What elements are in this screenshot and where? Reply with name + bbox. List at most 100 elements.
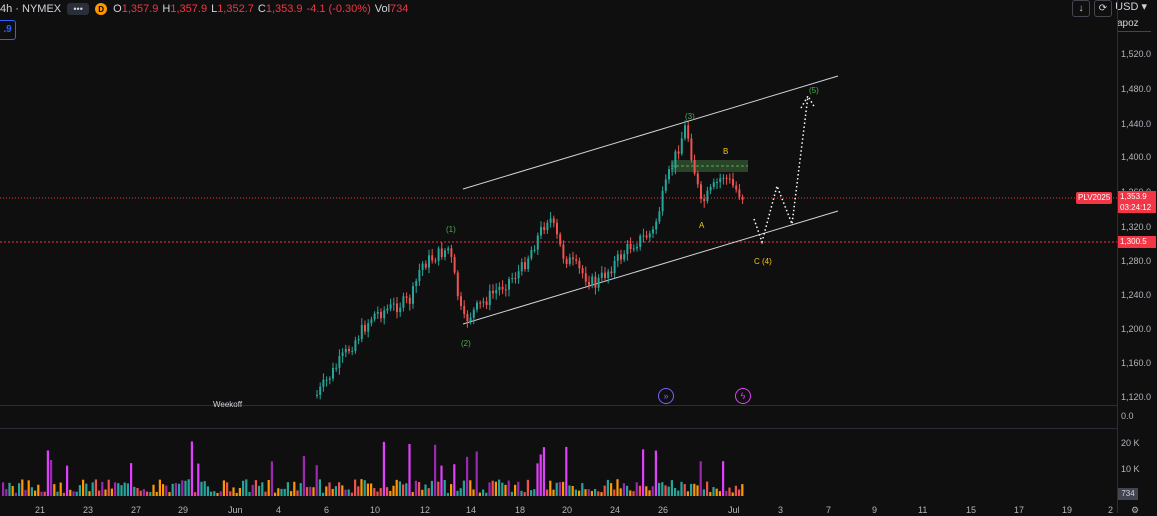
channel-lower-line[interactable] xyxy=(462,210,839,325)
volume-bar xyxy=(526,479,529,496)
candle xyxy=(690,138,693,161)
x-tick: 29 xyxy=(178,505,189,515)
volume-bar xyxy=(504,484,507,496)
volume-bar xyxy=(728,487,731,496)
candle xyxy=(517,271,520,279)
volume-bar xyxy=(693,483,696,496)
candle xyxy=(546,222,549,231)
candle xyxy=(677,151,680,154)
x-tick: 15 xyxy=(966,505,977,515)
volume-bar xyxy=(232,487,235,496)
candle xyxy=(498,286,501,291)
volume-bar xyxy=(514,484,517,496)
projection-path[interactable] xyxy=(753,95,809,245)
volume-bar xyxy=(350,492,353,496)
volume-bar xyxy=(142,489,145,496)
candle xyxy=(600,272,603,278)
y-tick: 1,400.0 xyxy=(1121,152,1152,162)
volume-bar xyxy=(440,465,443,496)
candle xyxy=(351,351,354,353)
volume-bar xyxy=(574,489,577,496)
x-tick: Jul xyxy=(728,505,740,515)
volume-bar xyxy=(88,491,91,496)
candle xyxy=(514,278,517,280)
candle xyxy=(482,301,485,303)
volume-bar xyxy=(107,479,110,496)
volume-bar xyxy=(606,479,609,496)
volume-bar xyxy=(117,483,120,496)
candle xyxy=(428,255,430,268)
volume-bar xyxy=(37,484,40,496)
volume-bar xyxy=(651,486,654,496)
volume-bar xyxy=(325,486,328,496)
volume-bar xyxy=(286,482,289,496)
volume-bar xyxy=(210,491,213,496)
volume-bar xyxy=(395,479,398,496)
candle xyxy=(591,276,594,286)
volume-bar xyxy=(168,492,171,496)
volume-bar xyxy=(507,480,510,496)
partial-label: Weekoff xyxy=(213,400,243,409)
volume-bar xyxy=(267,479,270,496)
scale-name[interactable]: apoz xyxy=(1117,18,1151,32)
candle xyxy=(572,257,574,260)
price-chart[interactable]: (1) (2) (3) C (4) (5) A B Weekoff xyxy=(0,0,1117,505)
volume-bar xyxy=(174,483,177,496)
y-tick: 1,280.0 xyxy=(1121,256,1152,266)
last-price-tag: 1,353.9 03:24:12 xyxy=(1118,191,1156,213)
volume-bar xyxy=(584,489,587,496)
volume-bar xyxy=(581,483,584,496)
volume-bar xyxy=(331,488,334,496)
volume-bar xyxy=(530,490,533,496)
volume-bar xyxy=(702,489,705,496)
candle xyxy=(392,303,395,305)
x-tick: 14 xyxy=(466,505,477,515)
candle xyxy=(543,226,546,231)
candle xyxy=(728,178,731,180)
volume-bar xyxy=(619,488,622,496)
volume-bar xyxy=(213,491,216,496)
candle xyxy=(469,317,472,322)
candle xyxy=(316,394,318,396)
volume-bar xyxy=(200,481,203,496)
candle xyxy=(616,254,619,261)
volume-bar xyxy=(184,480,187,496)
projection-arrowhead xyxy=(800,94,816,109)
event-marker-split[interactable]: » xyxy=(658,388,674,404)
currency-selector[interactable]: USD ▾ xyxy=(1115,0,1147,13)
volume-bar xyxy=(123,482,126,496)
volume-bar xyxy=(622,483,625,496)
candle xyxy=(405,296,408,298)
volume-bar xyxy=(235,492,238,496)
candle xyxy=(456,272,459,297)
candle xyxy=(495,290,498,294)
event-marker-lightning[interactable]: ϟ xyxy=(735,388,751,404)
candle xyxy=(383,310,386,319)
candle xyxy=(341,352,344,357)
volume-bar xyxy=(27,480,30,496)
volume-bar xyxy=(293,481,296,496)
volume-bar xyxy=(683,484,686,496)
volume-bar xyxy=(354,479,357,496)
candle xyxy=(597,277,600,288)
candle xyxy=(504,289,507,291)
candle xyxy=(696,173,699,185)
candle xyxy=(319,386,322,395)
volume-bar xyxy=(661,482,664,496)
volume-bar xyxy=(130,463,133,496)
settings-icon[interactable]: ⚙ xyxy=(1131,505,1139,516)
volume-bar xyxy=(696,485,699,496)
volume-bar xyxy=(629,490,632,496)
volume-bar xyxy=(50,459,53,496)
volume-bar xyxy=(306,487,309,496)
candle xyxy=(604,272,606,278)
candle xyxy=(664,179,667,191)
volume-bar xyxy=(626,485,629,496)
volume-bar xyxy=(158,479,161,496)
wave-label-3: (3) xyxy=(685,112,695,121)
channel-upper-line[interactable] xyxy=(462,75,839,190)
candle xyxy=(623,254,626,260)
candle xyxy=(549,218,552,223)
volume-bar xyxy=(642,449,645,496)
volume-bar xyxy=(392,485,395,496)
